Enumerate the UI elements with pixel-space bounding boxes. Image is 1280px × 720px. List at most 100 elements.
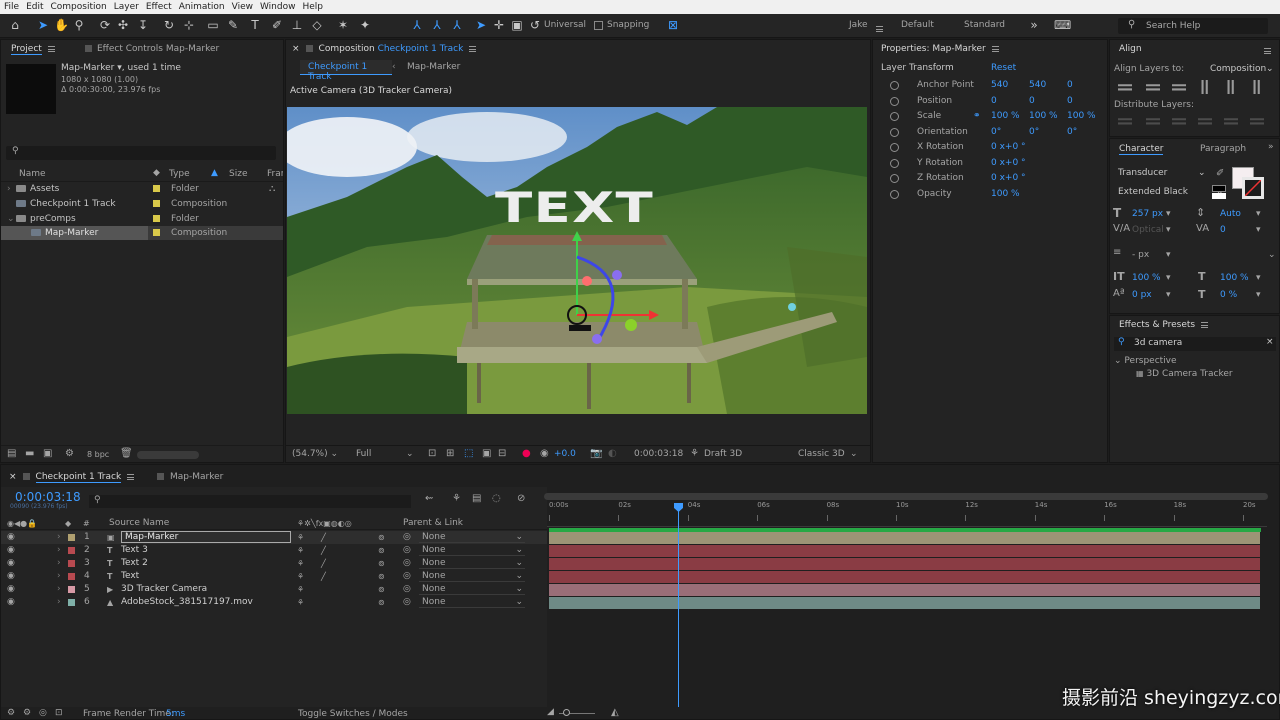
leading-dropdown-icon[interactable]: ▾	[1256, 209, 1261, 219]
layer-name[interactable]: AdobeStock_381517197.mov	[121, 596, 253, 609]
prop-value[interactable]: 0 x+0 °	[991, 171, 1026, 185]
bpc-label[interactable]: 8 bpc	[87, 450, 109, 459]
project-search-input[interactable]: ⚲	[6, 146, 276, 160]
baseline-shift-dropdown-icon[interactable]: ▾	[1166, 290, 1171, 300]
stopwatch-icon[interactable]	[890, 112, 899, 121]
tab-properties[interactable]: Properties: Map-Marker	[881, 41, 999, 57]
black-swatch[interactable]	[1212, 185, 1226, 192]
prop-value-x[interactable]: 540	[991, 78, 1008, 92]
prop-value-z[interactable]: 0	[1067, 78, 1073, 92]
parent-dropdown[interactable]: None ⌄	[419, 571, 525, 582]
hand-tool-icon[interactable]: ✋	[54, 18, 69, 32]
pickwhip-icon[interactable]: ◎	[403, 596, 411, 609]
layer-switches-icon[interactable]: ⚘	[297, 557, 304, 570]
eraser-tool-icon[interactable]: ◇	[310, 18, 324, 32]
tab-timeline-map-marker[interactable]: Map-Marker	[157, 469, 223, 485]
menu-help[interactable]: Help	[298, 0, 326, 14]
zoom-dropdown[interactable]: (54.7%) ⌄	[292, 449, 338, 459]
grid-guides-icon[interactable]: ▣	[482, 448, 491, 459]
exposure-value[interactable]: +0.0	[554, 449, 576, 459]
layer-name[interactable]: Text 3	[121, 544, 148, 557]
label-color-chip[interactable]	[153, 200, 160, 207]
layer-switches-icon[interactable]: ⚘	[297, 570, 304, 583]
resolution-dropdown[interactable]: Full ⌄	[356, 449, 414, 459]
stopwatch-icon[interactable]	[890, 174, 899, 183]
pickwhip-icon[interactable]: ◎	[403, 531, 411, 544]
new-comp-icon[interactable]: ▣	[43, 448, 52, 459]
expand-layer-icon[interactable]: ›	[57, 583, 61, 596]
vertical-scale-value[interactable]: 100 %	[1132, 273, 1161, 283]
trash-icon[interactable]: 🗑	[120, 448, 133, 459]
clone-stamp-icon[interactable]: ⊥	[290, 18, 304, 32]
layer-transform-section[interactable]: Layer Transform	[881, 63, 954, 73]
effects-category-perspective[interactable]: ⌄ Perspective	[1114, 356, 1177, 366]
tracking-value[interactable]: 0	[1220, 225, 1226, 235]
frame-blending-icon[interactable]: ◌	[492, 493, 501, 504]
channel-icon[interactable]: ●	[522, 448, 531, 459]
visibility-eye-icon[interactable]: ◉	[7, 596, 15, 609]
lock-icon[interactable]	[305, 45, 313, 52]
menu-animation[interactable]: Animation	[175, 0, 228, 14]
layer-row[interactable]: ◉ › 6 ▲ AdobeStock_381517197.mov ⚘ ⊚ ◎ None ⌄	[1, 596, 547, 609]
prop-value-y[interactable]: 540	[1029, 78, 1046, 92]
render-toggle-icon[interactable]: ⚙	[7, 708, 15, 718]
visibility-eye-icon[interactable]: ◉	[7, 583, 15, 596]
3d-layer-switch-icon[interactable]: ⊚	[378, 570, 385, 583]
close-icon[interactable]: ×	[9, 472, 17, 482]
prop-value-y[interactable]: 0°	[1029, 125, 1039, 139]
col-source-name[interactable]: Source Name	[109, 517, 169, 530]
stroke-width-dropdown-icon[interactable]: ▾	[1166, 250, 1171, 260]
prop-value-y[interactable]: 100 %	[1029, 109, 1058, 123]
3d-select-icon[interactable]: ➤	[474, 18, 488, 32]
orbit-camera-icon[interactable]: ⟳	[98, 18, 112, 32]
tab-timeline-checkpoint[interactable]: × Checkpoint 1 Track	[9, 469, 135, 485]
align-top-icon[interactable]	[1198, 80, 1212, 94]
tsume-dropdown-icon[interactable]: ▾	[1256, 290, 1261, 300]
local-axis-icon[interactable]: ⅄	[410, 18, 424, 32]
col-name[interactable]: Name	[19, 169, 46, 179]
expand-layer-icon[interactable]: ›	[57, 596, 61, 609]
layer-switches-icon[interactable]: ⚘	[297, 596, 304, 609]
stroke-style-dropdown[interactable]: ⌄	[1190, 250, 1276, 260]
prop-value-x[interactable]: 100 %	[991, 109, 1020, 123]
distribute-right-icon[interactable]	[1250, 118, 1264, 125]
expand-layer-icon[interactable]: ›	[57, 544, 61, 557]
close-icon[interactable]: ×	[292, 44, 300, 54]
workspace-default[interactable]: Default	[901, 20, 934, 30]
align-left-icon[interactable]	[1118, 84, 1132, 91]
snap-options-icon[interactable]: ⊠	[666, 18, 680, 32]
align-layers-to-dropdown[interactable]: Composition ⌄	[1210, 64, 1276, 74]
align-menu-icon[interactable]	[1264, 46, 1271, 56]
constrain-proportions-icon[interactable]: ⚭	[973, 109, 981, 123]
brush-tool-icon[interactable]: ✐	[270, 18, 284, 32]
tsume-value[interactable]: 0 %	[1220, 290, 1237, 300]
transfer-controls-icon[interactable]: ◎	[39, 708, 47, 718]
transparency-grid-icon[interactable]: ⊞	[446, 448, 454, 459]
3d-rotate-icon[interactable]: ↺	[528, 18, 542, 32]
flowchart-icon[interactable]: ⛬	[269, 182, 275, 196]
home-icon[interactable]: ⌂	[8, 18, 22, 32]
expand-layer-icon[interactable]: ›	[57, 557, 61, 570]
col-frame[interactable]: Fram	[267, 169, 283, 179]
menu-edit[interactable]: Edit	[22, 0, 46, 14]
3d-scale-icon[interactable]: ▣	[510, 18, 524, 32]
layer-row[interactable]: ◉ › 2 T Text 3 ⚘ ╱ ⊚ ◎ None ⌄	[1, 544, 547, 557]
distribute-bottom-icon[interactable]	[1172, 118, 1186, 125]
prop-value-z[interactable]: 0	[1067, 94, 1073, 108]
more-workspaces-icon[interactable]: »	[1027, 18, 1041, 32]
kerning-value[interactable]: Optical	[1132, 225, 1164, 235]
3d-layer-switch-icon[interactable]: ⊚	[378, 557, 385, 570]
mask-visibility-icon[interactable]: ⬚	[464, 448, 473, 459]
snapshot-camera-icon[interactable]: 📷	[590, 448, 602, 459]
exposure-reset-icon[interactable]: ◉	[540, 448, 549, 459]
stopwatch-icon[interactable]	[890, 189, 899, 199]
project-row-precomps[interactable]: ⌄ preComps Folder	[1, 212, 283, 226]
layer-row[interactable]: ◉ › 5 ▶ 3D Tracker Camera ⚘ ⊚ ◎ None ⌄	[1, 583, 547, 596]
align-right-icon[interactable]	[1172, 84, 1186, 91]
stopwatch-icon[interactable]	[890, 127, 899, 137]
roto-brush-icon[interactable]: ✶	[336, 18, 350, 32]
time-navigator[interactable]	[544, 493, 1268, 500]
3d-layer-switch-icon[interactable]: ⊚	[378, 596, 385, 609]
menu-view[interactable]: View	[228, 0, 256, 14]
menu-file[interactable]: File	[0, 0, 22, 14]
